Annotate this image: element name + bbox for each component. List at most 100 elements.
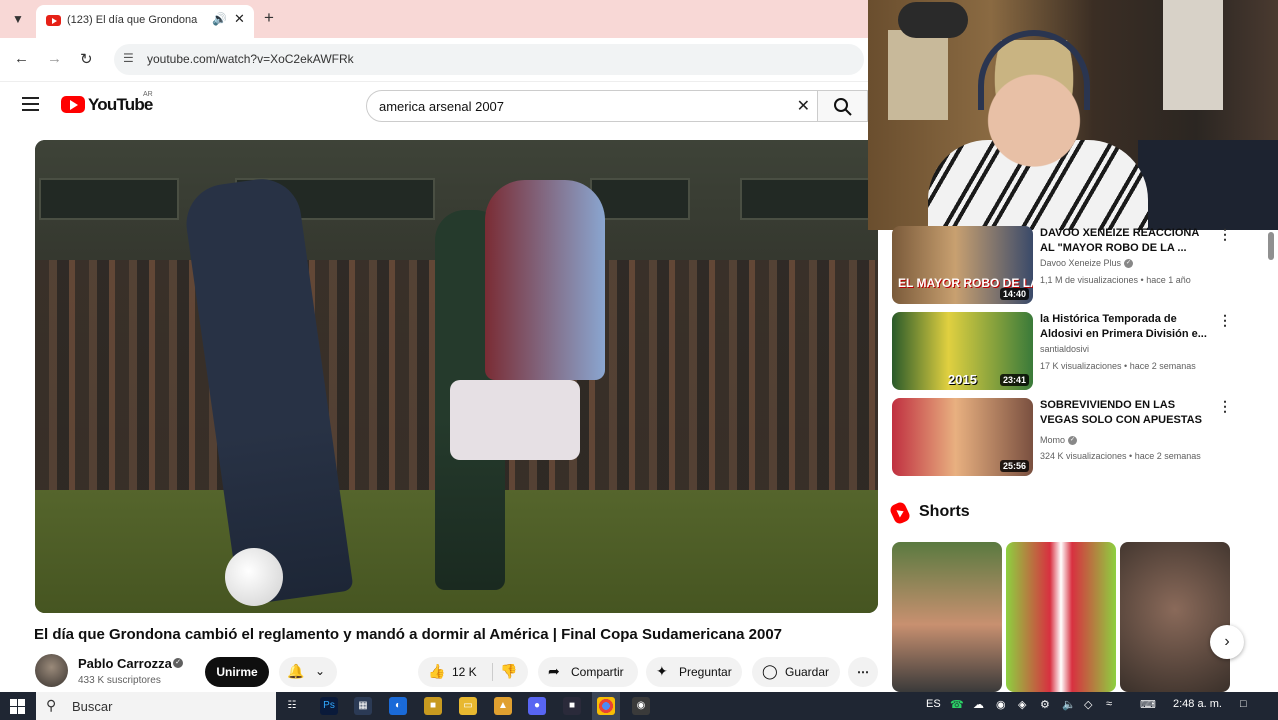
player-figure <box>485 180 605 380</box>
recommended-video[interactable]: 2015 23:41 la Histórica Temporada de Ald… <box>892 312 1264 392</box>
recommended-video[interactable]: EL MAYOR ROBO DE LA HISTO 14:40 DAVOO XE… <box>892 226 1264 306</box>
youtube-wordmark[interactable]: YouTube <box>88 95 153 115</box>
tray-app-icon[interactable]: ☁ <box>973 698 984 711</box>
channel-name[interactable]: Pablo Carrozza <box>78 656 172 671</box>
screen: ▼ (123) El día que Grondona 🔊 ✕ + ← → ↻ … <box>0 0 1278 720</box>
verified-check-icon: ✓ <box>173 658 183 668</box>
short-thumbnail[interactable] <box>1006 542 1116 692</box>
taskbar-search-placeholder: Buscar <box>72 699 113 714</box>
chevron-right-icon[interactable]: › <box>1210 625 1244 659</box>
more-vert-icon[interactable]: ⋮ <box>1218 312 1232 329</box>
task-view-icon[interactable]: ☷ <box>283 697 301 715</box>
network-icon[interactable]: ≈ <box>1106 698 1112 710</box>
search-icon: ⚲ <box>46 697 57 713</box>
stand-window <box>590 178 690 220</box>
video-duration: 14:40 <box>999 288 1029 300</box>
thumbs-up-icon[interactable]: 👍 <box>428 663 445 680</box>
verified-check-icon: ✓ <box>1124 259 1134 269</box>
stand-window <box>39 178 179 220</box>
site-info-icon[interactable]: ☰ <box>123 51 134 65</box>
video-player[interactable] <box>35 140 878 613</box>
sparkle-icon: ✦ <box>656 663 668 679</box>
photoshop-app-icon[interactable]: Ps <box>320 697 338 715</box>
bookmark-icon: ◯ <box>762 663 778 679</box>
short-thumbnail[interactable] <box>892 542 1002 692</box>
volume-icon[interactable]: 🔈 <box>1062 698 1076 711</box>
search-icon <box>834 98 852 116</box>
tray-app-icon[interactable]: ◈ <box>1018 698 1026 711</box>
reload-icon[interactable]: ↻ <box>80 50 93 68</box>
youtube-favicon-icon <box>46 15 61 26</box>
browser-tab-active[interactable]: (123) El día que Grondona 🔊 ✕ <box>36 5 254 38</box>
video-thumbnail[interactable]: EL MAYOR ROBO DE LA HISTO 14:40 <box>892 226 1033 304</box>
whatsapp-icon[interactable]: ☎ <box>950 698 964 711</box>
clear-search-icon[interactable]: ✕ <box>797 96 810 116</box>
app-icon[interactable]: ■ <box>563 697 581 715</box>
file-explorer-icon[interactable]: ▭ <box>459 697 477 715</box>
player-figure <box>450 380 580 460</box>
browser-tab-bar: ▼ (123) El día que Grondona 🔊 ✕ + <box>0 0 868 38</box>
search-query: america arsenal 2007 <box>379 99 505 114</box>
forward-arrow-icon[interactable]: → <box>47 50 62 67</box>
recommended-title[interactable]: SOBREVIVIENDO EN LAS VEGAS SOLO CON APUE… <box>1040 398 1215 428</box>
recommended-channel: Momo ✓ <box>1040 435 1078 446</box>
video-thumbnail[interactable]: 25:56 <box>892 398 1033 476</box>
thumbs-down-icon[interactable]: 👎 <box>500 663 517 680</box>
menu-hamburger-icon[interactable] <box>22 97 39 111</box>
save-label: Guardar <box>785 665 830 679</box>
app-icon[interactable]: ■ <box>424 697 442 715</box>
join-button[interactable]: Unirme <box>205 657 269 687</box>
back-arrow-icon[interactable]: ← <box>14 50 29 67</box>
country-code: AR <box>143 91 153 98</box>
notifications-icon[interactable]: □ <box>1240 698 1247 710</box>
share-button[interactable]: ➦ Compartir <box>538 657 638 687</box>
ask-button[interactable]: ✦ Preguntar <box>646 657 742 687</box>
video-thumbnail[interactable]: 2015 23:41 <box>892 312 1033 390</box>
video-duration: 25:56 <box>999 460 1029 472</box>
app-icon[interactable]: ▲ <box>494 697 512 715</box>
tab-title: (123) El día que Grondona <box>67 14 198 26</box>
discord-app-icon[interactable]: ● <box>528 697 546 715</box>
close-tab-icon[interactable]: ✕ <box>234 11 245 27</box>
youtube-header: YouTube AR america arsenal 2007 ✕ <box>0 82 868 130</box>
search-button[interactable] <box>818 90 868 122</box>
shorts-heading: Shorts <box>919 503 970 520</box>
channel-name: Momo <box>1040 435 1066 445</box>
recommended-title[interactable]: la Histórica Temporada de Aldosivi en Pr… <box>1040 312 1215 342</box>
app-icon[interactable]: ◐ <box>389 697 407 715</box>
tray-app-icon[interactable]: ◇ <box>1084 698 1092 711</box>
browser-toolbar: ← → ↻ ☰ youtube.com/watch?v=XoC2ekAWFRk <box>0 38 868 82</box>
like-count[interactable]: 12 K <box>452 665 477 679</box>
youtube-logo-icon[interactable] <box>61 96 85 113</box>
sidebar-scrollbar[interactable] <box>1268 232 1274 260</box>
bell-icon: 🔔 <box>287 663 305 679</box>
app-icon[interactable]: ▦ <box>354 697 372 715</box>
clock-time[interactable]: 2:48 a. m. <box>1173 698 1222 710</box>
speaker-icon[interactable]: 🔊 <box>212 12 227 26</box>
short-thumbnail[interactable] <box>1120 542 1230 692</box>
recommended-title[interactable]: DAVOO XENEIZE REACCIONA AL "MAYOR ROBO D… <box>1040 226 1215 256</box>
windows-start-icon[interactable] <box>10 699 25 714</box>
webcam-overlay <box>868 0 1278 230</box>
more-vert-icon[interactable]: ⋮ <box>1218 398 1232 415</box>
chrome-app-icon[interactable] <box>597 697 615 715</box>
video-title: El día que Grondona cambió el reglamento… <box>34 626 783 643</box>
taskbar-search-input[interactable]: ⚲ Buscar <box>36 692 276 720</box>
language-indicator[interactable]: ES <box>926 698 941 710</box>
keyboard-icon[interactable]: ⌨ <box>1140 698 1156 711</box>
save-button[interactable]: ◯ Guardar <box>752 657 840 687</box>
divider <box>492 663 493 681</box>
tray-app-icon[interactable]: ◉ <box>996 698 1006 711</box>
obs-app-icon[interactable]: ◉ <box>632 697 650 715</box>
search-input[interactable]: america arsenal 2007 ✕ <box>366 90 818 122</box>
tab-search-chevron-icon[interactable]: ▼ <box>6 8 30 30</box>
tray-app-icon[interactable]: ⚙ <box>1040 698 1050 711</box>
football <box>225 548 283 606</box>
notifications-button[interactable]: 🔔 ⌄ <box>279 657 337 687</box>
recommended-video[interactable]: 25:56 SOBREVIVIENDO EN LAS VEGAS SOLO CO… <box>892 398 1264 478</box>
more-vert-icon[interactable]: ⋮ <box>1218 226 1232 243</box>
more-actions-icon[interactable]: ⋯ <box>848 657 878 687</box>
new-tab-plus-icon[interactable]: + <box>264 8 274 28</box>
channel-avatar[interactable] <box>35 654 68 687</box>
address-bar[interactable]: ☰ youtube.com/watch?v=XoC2ekAWFRk <box>114 44 864 75</box>
